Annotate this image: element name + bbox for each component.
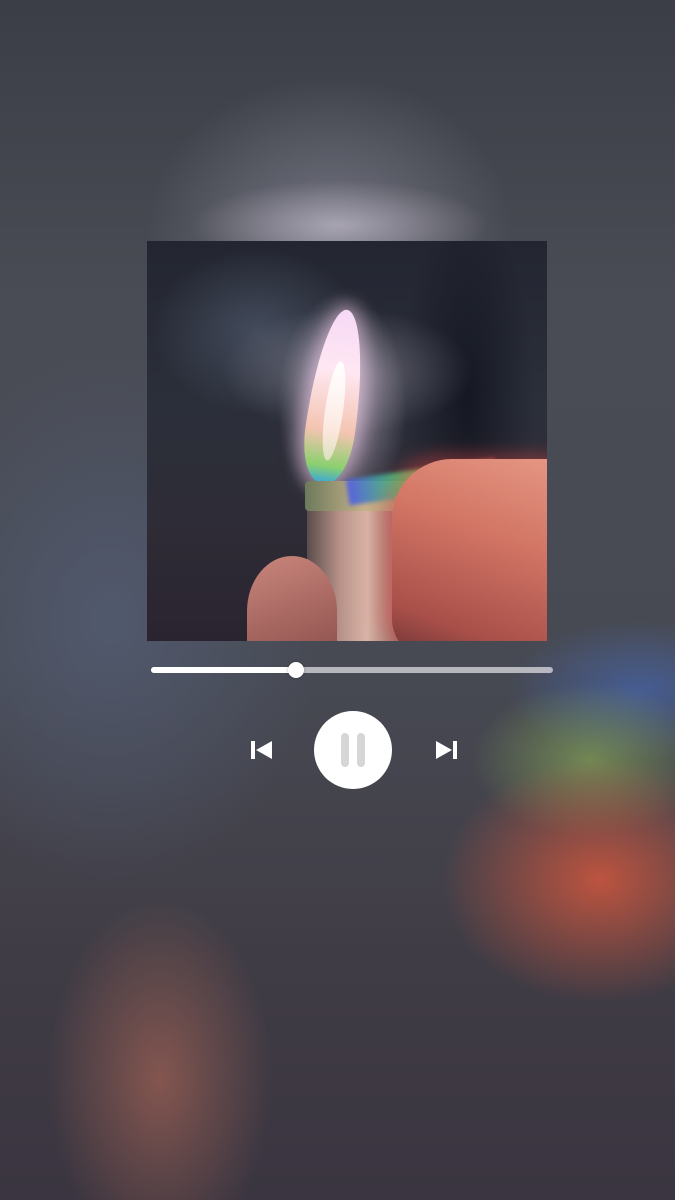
- pause-icon: [341, 733, 349, 767]
- skip-next-icon: [436, 741, 457, 759]
- pause-button[interactable]: [314, 711, 392, 789]
- progress-scrubber[interactable]: [288, 662, 304, 678]
- hand: [392, 459, 547, 641]
- playback-controls: [230, 710, 470, 790]
- progress-fill: [151, 667, 296, 673]
- music-player-screen: [0, 0, 675, 1200]
- album-art: [147, 241, 547, 641]
- previous-button[interactable]: [242, 730, 282, 770]
- skip-previous-icon: [251, 741, 272, 759]
- progress-bar[interactable]: [151, 662, 553, 678]
- next-button[interactable]: [426, 730, 466, 770]
